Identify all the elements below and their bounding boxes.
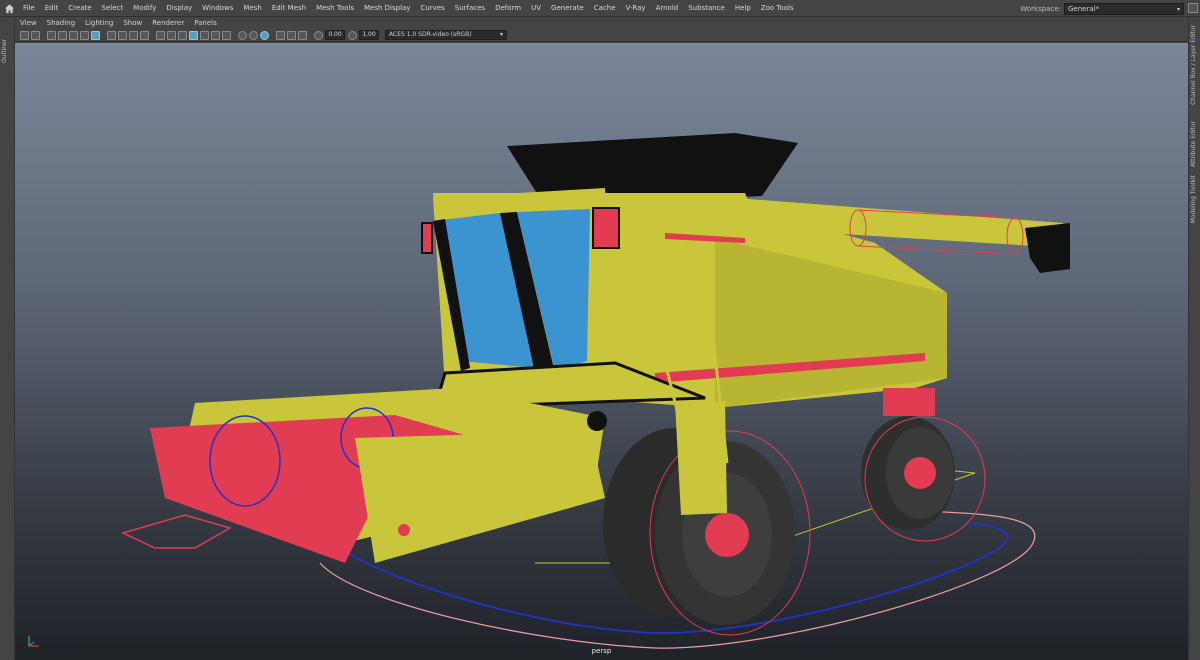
ground-arrow-red: [120, 514, 232, 549]
wireframe-icon[interactable]: [178, 30, 187, 40]
menu-modify[interactable]: Modify: [128, 0, 161, 17]
panel-menu-bar: View Shading Lighting Show Renderer Panels: [15, 17, 1188, 29]
menu-curves[interactable]: Curves: [415, 0, 449, 17]
color-space-dropdown[interactable]: ACES 1.0 SDR-video (sRGB) ▾: [385, 30, 507, 40]
menu-create[interactable]: Create: [63, 0, 96, 17]
select-camera-icon[interactable]: [20, 30, 29, 40]
main-menu: File Edit Create Select Modify Display Windows…: [18, 0, 799, 17]
smooth-shade-icon[interactable]: [189, 30, 198, 40]
attribute-editor-tab[interactable]: Attribute Editor: [1190, 121, 1197, 167]
panel-menu-show[interactable]: Show: [118, 19, 147, 27]
cab-light: [592, 207, 620, 249]
dropdown-icon: ▾: [499, 31, 503, 38]
menu-help[interactable]: Help: [730, 0, 756, 17]
3d-viewport[interactable]: persp: [15, 43, 1188, 660]
antialiasing-icon[interactable]: [260, 30, 269, 40]
menu-file[interactable]: File: [18, 0, 40, 17]
xray-joints-icon[interactable]: [298, 30, 307, 40]
image-plane-icon[interactable]: [58, 30, 67, 40]
gamma-icon[interactable]: [348, 30, 357, 40]
exposure-field[interactable]: 0.00: [325, 30, 345, 40]
grid-icon[interactable]: [91, 30, 100, 40]
textured-icon[interactable]: [211, 30, 220, 40]
camera-attributes-icon[interactable]: [31, 30, 40, 40]
color-space-value: ACES 1.0 SDR-video (sRGB): [389, 31, 472, 38]
resolution-gate-icon[interactable]: [118, 30, 127, 40]
outliner-strip: Outliner: [0, 17, 15, 660]
chevron-down-icon: ▾: [1176, 5, 1180, 13]
panel-toolbar: 0.00 1.00 ACES 1.0 SDR-video (sRGB) ▾: [15, 29, 1188, 42]
safe-action-icon[interactable]: [156, 30, 165, 40]
panel-menu-shading[interactable]: Shading: [42, 19, 80, 27]
menu-surfaces[interactable]: Surfaces: [450, 0, 490, 17]
combine-harvester-model: [120, 133, 1070, 649]
window-restore-button[interactable]: [1188, 3, 1198, 13]
camera-label: persp: [591, 647, 612, 655]
menu-mesh-tools[interactable]: Mesh Tools: [311, 0, 359, 17]
menu-zoo-tools[interactable]: Zoo Tools: [756, 0, 799, 17]
menu-cache[interactable]: Cache: [589, 0, 621, 17]
menu-display[interactable]: Display: [161, 0, 197, 17]
viewport-panel: View Shading Lighting Show Renderer Panels 0.…: [15, 17, 1188, 660]
film-gate-icon[interactable]: [107, 30, 116, 40]
bookmark-icon[interactable]: [47, 30, 56, 40]
main-menu-bar: File Edit Create Select Modify Display Windows…: [0, 0, 1200, 17]
menu-deform[interactable]: Deform: [490, 0, 526, 17]
menu-select[interactable]: Select: [97, 0, 129, 17]
menu-uv[interactable]: UV: [526, 0, 546, 17]
menu-mesh-display[interactable]: Mesh Display: [359, 0, 415, 17]
panel-menu-panels[interactable]: Panels: [189, 19, 222, 27]
menu-substance[interactable]: Substance: [683, 0, 730, 17]
home-icon[interactable]: [0, 0, 18, 17]
workspace-label: Workspace:: [1020, 4, 1061, 13]
cab: [421, 188, 620, 378]
isolate-icon[interactable]: [276, 30, 285, 40]
ambient-occlusion-icon[interactable]: [249, 30, 258, 40]
workspace-dropdown[interactable]: General* ▾: [1064, 2, 1184, 15]
safe-title-icon[interactable]: [167, 30, 176, 40]
exposure-icon[interactable]: [314, 30, 323, 40]
right-side-tabs: Channel Box / Layer Editor Attribute Edi…: [1188, 17, 1200, 660]
rear-step: [883, 388, 935, 416]
gamma-field[interactable]: 1.00: [359, 30, 379, 40]
shadows-icon[interactable]: [238, 30, 247, 40]
menu-edit-mesh[interactable]: Edit Mesh: [267, 0, 311, 17]
wireframe-on-shaded-icon[interactable]: [200, 30, 209, 40]
panel-menu-lighting[interactable]: Lighting: [80, 19, 118, 27]
menu-arnold[interactable]: Arnold: [651, 0, 684, 17]
workspace-selector: Workspace: General* ▾: [1020, 2, 1184, 15]
outliner-tab[interactable]: Outliner: [1, 23, 8, 63]
lights-icon[interactable]: [222, 30, 231, 40]
channel-box-tab[interactable]: Channel Box / Layer Editor: [1190, 25, 1197, 105]
header-reel: [150, 388, 607, 563]
menu-windows[interactable]: Windows: [197, 0, 238, 17]
grease-pencil-icon[interactable]: [80, 30, 89, 40]
xray-icon[interactable]: [287, 30, 296, 40]
menu-v-ray[interactable]: V-Ray: [621, 0, 651, 17]
field-chart-icon[interactable]: [140, 30, 149, 40]
modeling-toolkit-tab[interactable]: Modeling Toolkit: [1190, 175, 1197, 223]
gate-mask-icon[interactable]: [129, 30, 138, 40]
panel-menu-renderer[interactable]: Renderer: [147, 19, 189, 27]
workspace-value: General*: [1068, 4, 1100, 13]
2d-pan-zoom-icon[interactable]: [69, 30, 78, 40]
panel-menu-view[interactable]: View: [15, 19, 42, 27]
menu-mesh[interactable]: Mesh: [238, 0, 266, 17]
menu-generate[interactable]: Generate: [546, 0, 589, 17]
menu-edit[interactable]: Edit: [40, 0, 64, 17]
